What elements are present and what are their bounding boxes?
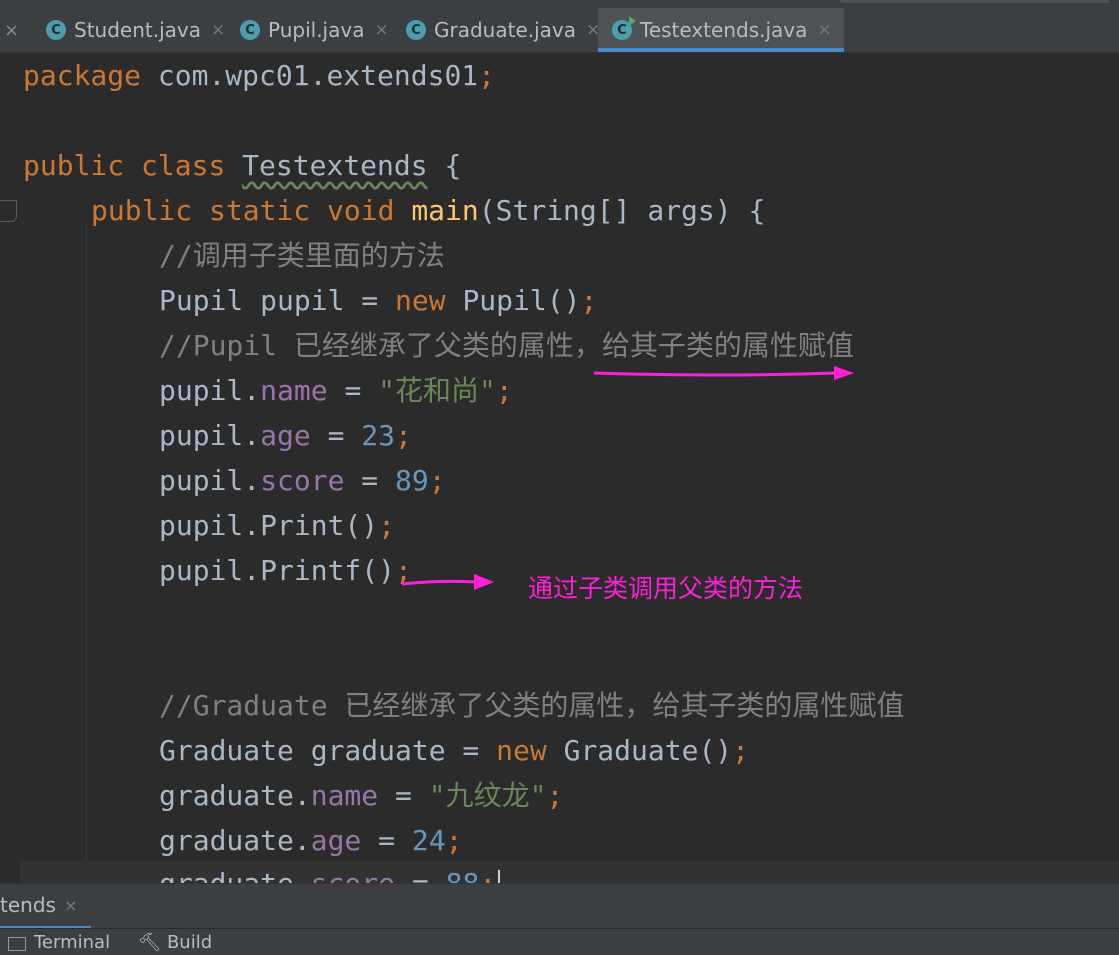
annotation-label: 通过子类调用父类的方法 — [528, 574, 804, 603]
tab-label: Pupil.java — [268, 18, 365, 42]
code-line-package[interactable]: package com.wpc01.extends01; — [23, 53, 495, 98]
tab-label: Testextends.java — [640, 18, 808, 42]
code-line-main-decl[interactable]: public static void main(String[] args) { — [91, 188, 765, 233]
code-line[interactable]: pupil.Printf(); — [159, 548, 412, 593]
java-class-icon: C — [406, 20, 426, 40]
close-icon[interactable]: × — [64, 896, 77, 915]
code-comment[interactable]: //Graduate 已经继承了父类的属性，给其子类的属性赋值 — [159, 683, 904, 728]
code-line-class-decl[interactable]: public class Testextends { — [23, 143, 461, 188]
terminal-label: Terminal — [34, 932, 111, 953]
fold-icon[interactable] — [0, 200, 17, 222]
tab-label: Student.java — [74, 18, 201, 42]
indent-guide — [86, 223, 87, 883]
terminal-button[interactable]: Terminal — [8, 932, 110, 953]
code-line[interactable]: pupil.name = "花和尚"; — [159, 368, 513, 413]
run-tool-window-tabs: tends × — [0, 883, 1119, 929]
tab-label: Graduate.java — [434, 18, 577, 42]
text-caret — [498, 870, 501, 883]
class-name: Testextends — [242, 149, 428, 182]
close-icon[interactable]: × — [211, 20, 225, 40]
code-comment[interactable]: //调用子类里面的方法 — [159, 233, 445, 278]
code-line[interactable]: graduate.age = 24; — [159, 818, 462, 863]
editor-tab-bar: × C Student.java × C Pupil.java × C Grad… — [0, 8, 1119, 53]
build-button[interactable]: 🔨︎ Build — [138, 932, 212, 953]
code-line-current[interactable]: graduate.score = 88; — [20, 861, 1119, 883]
run-badge-icon — [629, 16, 636, 26]
java-class-icon: C — [240, 20, 260, 40]
code-editor[interactable]: package com.wpc01.extends01; public clas… — [0, 53, 1119, 883]
code-line[interactable]: graduate.name = "九纹龙"; — [159, 773, 563, 818]
tab-student-java[interactable]: C Student.java × — [46, 8, 225, 52]
close-icon[interactable]: × — [374, 20, 388, 40]
code-line[interactable]: Graduate graduate = new Graduate(); — [159, 728, 749, 773]
close-icon[interactable]: × — [817, 20, 831, 40]
run-tab-testextends[interactable]: tends × — [0, 884, 92, 929]
annotation-arrow-icon — [401, 574, 494, 590]
ide-window: × C Student.java × C Pupil.java × C Grad… — [0, 0, 1119, 955]
tool-window-bar: Terminal 🔨︎ Build — [0, 928, 1119, 955]
tab-graduate-java[interactable]: C Graduate.java × — [406, 8, 600, 52]
terminal-icon — [8, 936, 26, 951]
toolbar-edge — [840, 0, 1110, 3]
java-runnable-class-icon: C — [612, 16, 636, 40]
tab-pupil-java[interactable]: C Pupil.java × — [240, 8, 389, 52]
hammer-icon: 🔨︎ — [138, 932, 161, 953]
code-line[interactable]: pupil.score = 89; — [159, 458, 446, 503]
annotation-arrow-icon — [593, 366, 854, 380]
code-line[interactable]: pupil.age = 23; — [159, 413, 412, 458]
close-icon[interactable]: × — [4, 20, 19, 41]
build-label: Build — [166, 932, 213, 953]
code-line[interactable]: Pupil pupil = new Pupil(); — [159, 278, 597, 323]
title-strip — [0, 0, 1119, 8]
tab-testextends-java[interactable]: C Testextends.java × — [598, 8, 844, 52]
java-class-icon: C — [46, 20, 66, 40]
run-tab-label: tends — [0, 893, 56, 917]
code-line[interactable]: pupil.Print(); — [159, 503, 395, 548]
